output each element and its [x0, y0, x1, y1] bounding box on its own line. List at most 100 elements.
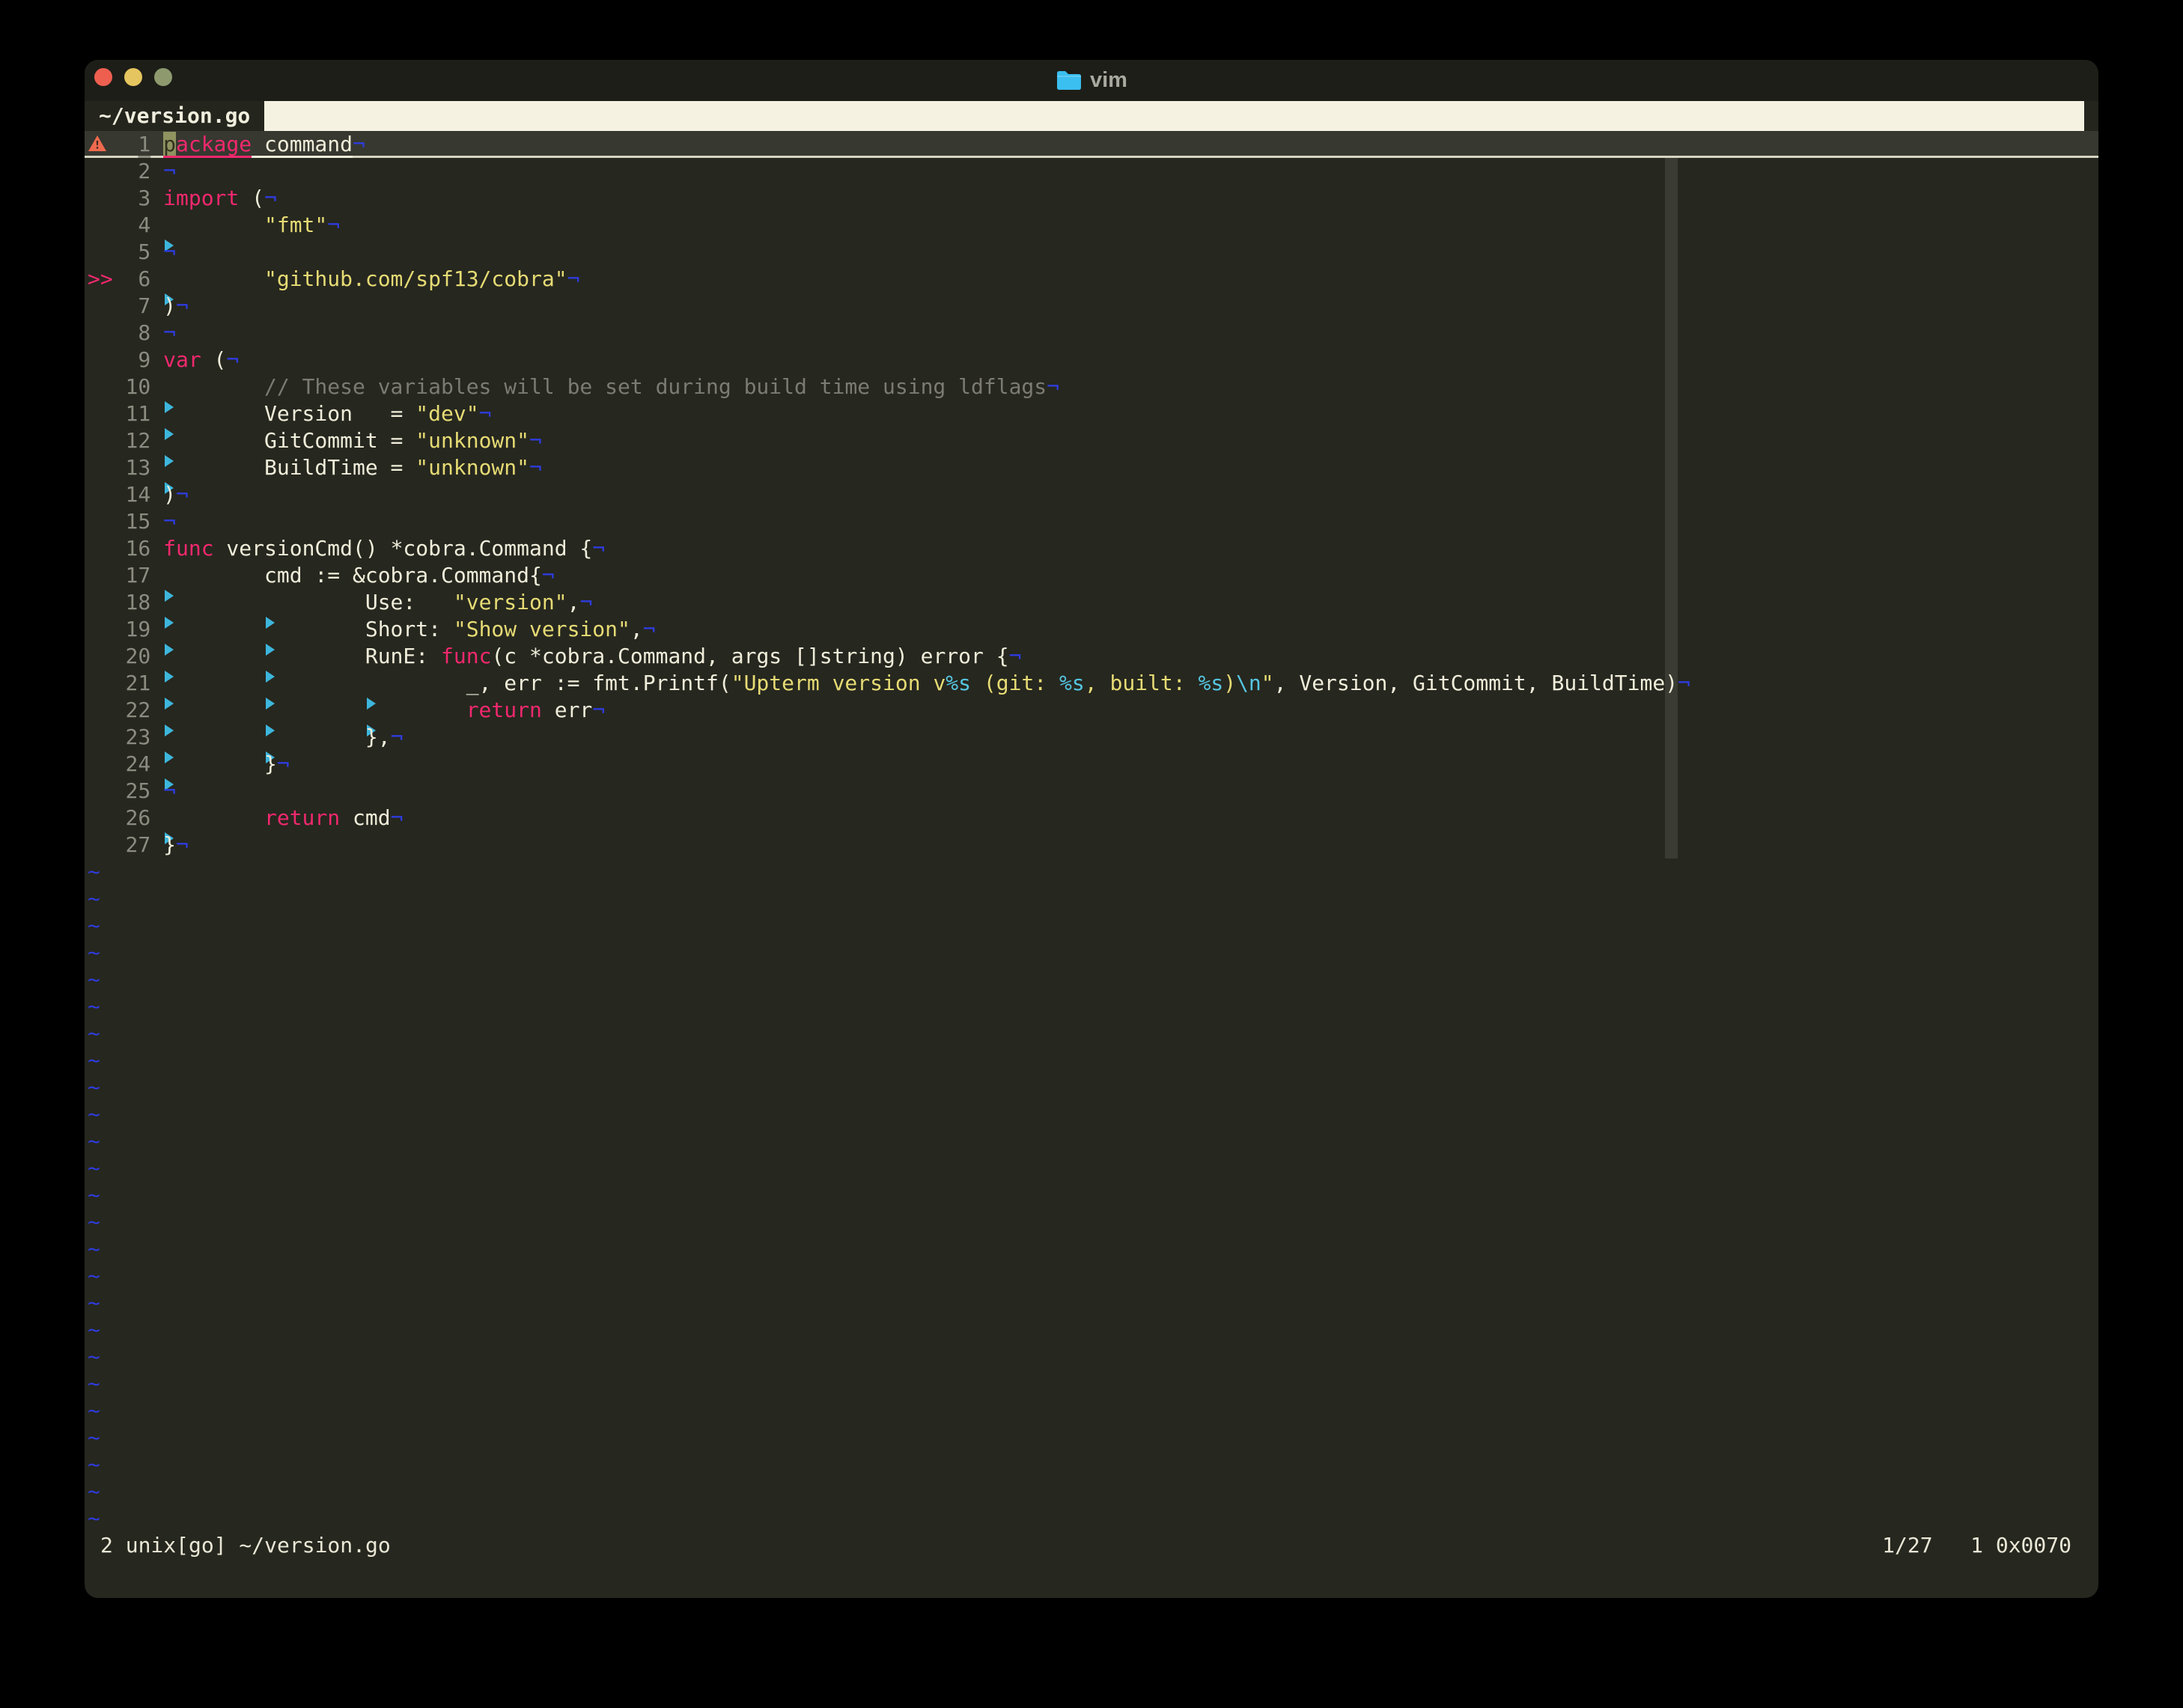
tabline-end — [2084, 101, 2098, 131]
code-token: , built: — [1084, 671, 1199, 695]
filler-line: ~ — [85, 1397, 2098, 1424]
filler-line: ~ — [85, 993, 2098, 1020]
eol-marker-icon: ¬ — [175, 293, 189, 318]
code-line-25[interactable]: 25 ¬ — [85, 778, 2098, 805]
code-token: ) — [163, 293, 176, 318]
filler-tilde-icon: ~ — [88, 1425, 100, 1450]
line-number: 21 — [125, 671, 151, 695]
code-token: cmd := &cobra.Command{ — [264, 563, 542, 588]
eol-marker-icon: ¬ — [276, 751, 290, 776]
code-token: %s — [946, 671, 972, 695]
code-line-5[interactable]: 5 ¬ — [85, 239, 2098, 266]
statusline: 2 unix[go] ~/version.go 1/27 1 0x0070 — [85, 1532, 2098, 1559]
code-line-16[interactable]: 16 func versionCmd() *cobra.Command {¬ — [85, 535, 2098, 562]
code-line-3[interactable]: 3 import (¬ — [85, 185, 2098, 212]
line-number: 5 — [138, 240, 151, 264]
code-line-15[interactable]: 15 ¬ — [85, 508, 2098, 535]
text-area[interactable]: 1 package command¬ 2 ¬ 3 import (¬ 4 "fmt"¬… — [85, 131, 2098, 1532]
code-line-14[interactable]: 14 )¬ — [85, 481, 2098, 508]
filler-tilde-icon: ~ — [88, 1102, 100, 1126]
filler-tilde-icon: ~ — [88, 1236, 100, 1261]
code-line-2[interactable]: 2 ¬ — [85, 158, 2098, 185]
code-line-10[interactable]: 10 // These variables will be set during… — [85, 373, 2098, 413]
code-line-24[interactable]: 24 }¬ — [85, 751, 2098, 790]
filler-tilde-icon: ~ — [88, 1075, 100, 1099]
code-token: , — [630, 617, 643, 641]
eol-marker-icon: ¬ — [390, 805, 404, 830]
code-line-20[interactable]: 20 RunE: func(c *cobra.Command, args []s… — [85, 643, 2098, 683]
eol-marker-icon: ¬ — [163, 509, 176, 534]
code-token: (c *cobra.Command, args []string) error … — [491, 644, 1009, 668]
code-token: } — [264, 751, 277, 776]
code-token: import — [163, 186, 240, 210]
code-token: ackage — [175, 132, 252, 156]
code-line-26[interactable]: 26 return cmd¬ — [85, 805, 2098, 844]
warning-sign-icon — [88, 131, 113, 158]
code-token: \n — [1236, 671, 1261, 695]
tab-active-version-go[interactable]: ~/version.go — [85, 101, 264, 131]
line-number: 4 — [138, 213, 151, 237]
code-line-17[interactable]: 17 cmd := &cobra.Command{¬ — [85, 562, 2098, 602]
filler-tilde-icon: ~ — [88, 1506, 100, 1531]
code-line-9[interactable]: 9 var (¬ — [85, 347, 2098, 373]
command-line[interactable] — [85, 1559, 2098, 1586]
filler-tilde-icon: ~ — [88, 913, 100, 938]
code-token: BuildTime = — [264, 455, 416, 480]
code-token: versionCmd() *cobra.Command { — [213, 536, 593, 561]
filler-line: ~ — [85, 1182, 2098, 1209]
code-line-1[interactable]: 1 package command¬ — [85, 131, 2098, 158]
code-token: , Version, GitCommit, BuildTime) — [1273, 671, 1678, 695]
filler-line: ~ — [85, 1505, 2098, 1532]
code-token: %s — [1198, 671, 1224, 695]
filler-line: ~ — [85, 1263, 2098, 1290]
filler-line: ~ — [85, 1101, 2098, 1128]
eol-marker-icon: ¬ — [163, 159, 176, 183]
code-token: // These variables will be set during bu… — [264, 374, 1047, 399]
code-line-22[interactable]: 22 return err¬ — [85, 697, 2098, 736]
code-line-4[interactable]: 4 "fmt"¬ — [85, 212, 2098, 251]
line-number: 24 — [125, 751, 151, 776]
line-number: 13 — [125, 455, 151, 480]
line-number: 18 — [125, 590, 151, 614]
line-number: 16 — [125, 536, 151, 561]
code-line-27[interactable]: 27 }¬ — [85, 832, 2098, 858]
eol-marker-icon: ¬ — [353, 132, 365, 156]
tabline: ~/version.go — [85, 101, 2098, 131]
eol-marker-icon: ¬ — [163, 778, 176, 803]
code-line-7[interactable]: 7 )¬ — [85, 293, 2098, 320]
code-line-12[interactable]: 12 GitCommit = "unknown"¬ — [85, 427, 2098, 467]
line-number: 25 — [125, 778, 151, 803]
filler-tilde-icon: ~ — [88, 940, 100, 965]
code-token: ) — [163, 482, 176, 507]
eol-marker-icon: ¬ — [529, 455, 542, 480]
eol-marker-icon: ¬ — [642, 617, 656, 641]
statusline-right: 1/27 1 0x0070 — [1882, 1533, 2071, 1558]
code-token: func — [441, 644, 492, 668]
filler-line: ~ — [85, 1074, 2098, 1101]
eol-marker-icon: ¬ — [541, 563, 555, 588]
code-line-11[interactable]: 11 Version = "dev"¬ — [85, 400, 2098, 440]
eol-marker-icon: ¬ — [478, 401, 492, 426]
code-line-13[interactable]: 13 BuildTime = "unknown"¬ — [85, 454, 2098, 494]
filler-tilde-icon: ~ — [88, 1290, 100, 1315]
eol-marker-icon: ¬ — [529, 428, 542, 453]
code-line-19[interactable]: 19 Short: "Show version",¬ — [85, 616, 2098, 656]
code-line-8[interactable]: 8 ¬ — [85, 320, 2098, 347]
code-line-23[interactable]: 23 },¬ — [85, 724, 2098, 763]
filler-line: ~ — [85, 912, 2098, 939]
filler-line: ~ — [85, 1020, 2098, 1047]
line-number: 8 — [138, 320, 151, 345]
filler-line: ~ — [85, 1370, 2098, 1397]
code-token: , — [567, 590, 580, 614]
code-line-21[interactable]: 21 _, err := fmt.Printf("Upterm version … — [85, 670, 2098, 710]
code-line-6[interactable]: >> 6 "github.com/spf13/cobra"¬ — [85, 266, 2098, 305]
filler-line: ~ — [85, 1317, 2098, 1343]
code-token: (git: — [971, 671, 1060, 695]
line-number: 6 — [138, 266, 151, 291]
filler-tilde-icon: ~ — [88, 1048, 100, 1073]
code-token: "github.com/spf13/cobra" — [264, 266, 567, 291]
code-token: } — [163, 832, 176, 857]
eol-marker-icon: ¬ — [592, 536, 606, 561]
filler-line: ~ — [85, 885, 2098, 912]
code-line-18[interactable]: 18 Use: "version",¬ — [85, 589, 2098, 629]
